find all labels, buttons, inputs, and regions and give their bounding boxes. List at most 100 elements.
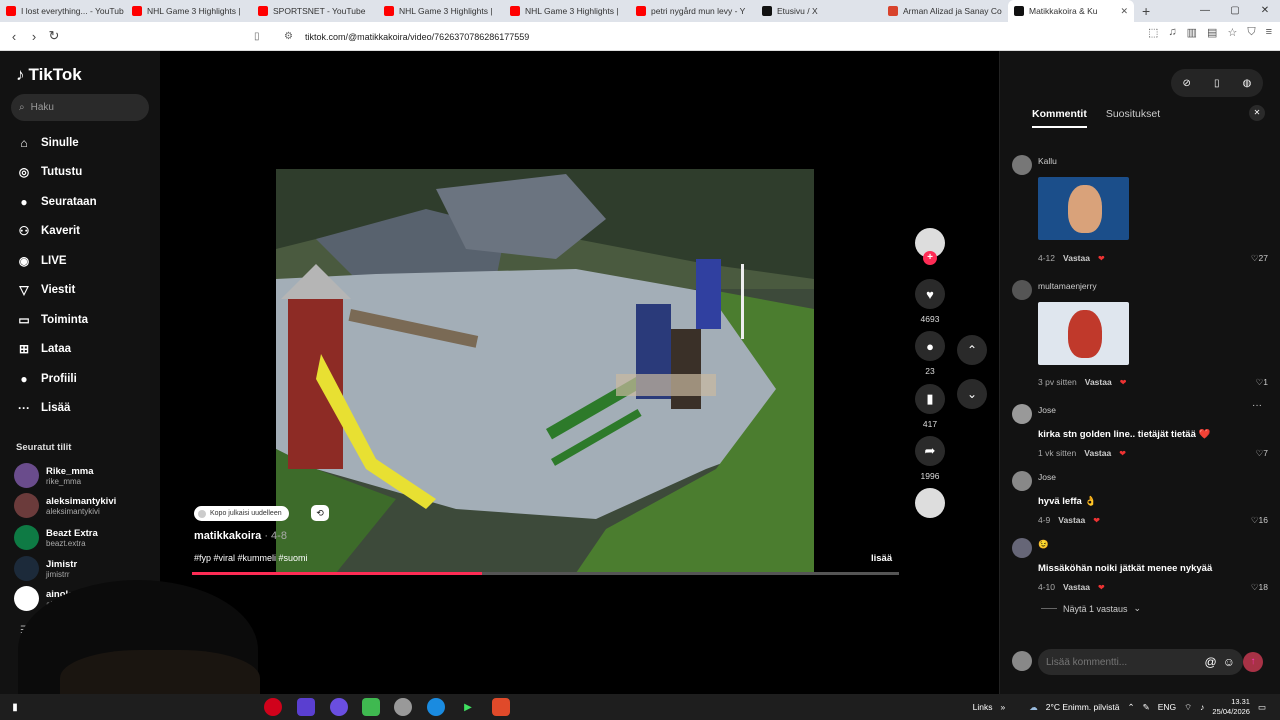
comment-like-button[interactable]: ♡16 (1251, 515, 1268, 526)
reply-button[interactable]: Vastaa (1063, 253, 1090, 263)
comment-like-button[interactable]: ♡1 (1256, 377, 1268, 388)
followed-account[interactable]: aleksimantykivi aleksimantykivi (14, 493, 116, 518)
more-link[interactable]: lisää (871, 553, 892, 564)
app-icon-2[interactable] (330, 698, 348, 716)
close-window-button[interactable]: ✕ (1250, 0, 1280, 22)
follow-plus-icon[interactable]: + (923, 251, 937, 265)
comment-username[interactable]: multamaenjerry (1038, 281, 1097, 291)
like-action[interactable]: ♥ 4693 (915, 279, 945, 324)
comment-input[interactable] (1046, 656, 1186, 668)
new-tab-icon[interactable]: + (1134, 3, 1158, 19)
sidebar-item-lataa[interactable]: ⊞ Lataa (15, 339, 71, 359)
avatar[interactable] (1012, 538, 1032, 558)
video-progress-bar[interactable] (192, 572, 899, 575)
maximize-button[interactable]: ▢ (1220, 0, 1250, 22)
app-icon-3[interactable] (362, 698, 380, 716)
share-arrow-icon[interactable]: ➦ (915, 436, 945, 466)
tiktok-logo[interactable]: ♪ TikTok (16, 65, 82, 85)
video-author[interactable]: matikkakoira · 4-8 (194, 530, 287, 542)
browser-tab[interactable]: I lost everything... - YouTub (0, 0, 126, 22)
save-action[interactable]: ▮ 417 (915, 384, 945, 429)
followed-account[interactable]: Rike_mma rike_mma (14, 463, 94, 488)
comment-username[interactable]: Kallu (1038, 156, 1057, 166)
volume-icon[interactable]: ♪ (1200, 702, 1204, 712)
clock[interactable]: 13.31 25/04/2026 (1212, 697, 1250, 717)
network-icon[interactable]: ⌔ (1184, 702, 1192, 713)
heart-icon[interactable]: ♥ (915, 279, 945, 309)
comment-like-button[interactable]: ♡27 (1251, 253, 1268, 264)
avatar[interactable] (1012, 404, 1032, 424)
comment-like-button[interactable]: ♡7 (1256, 448, 1268, 459)
weather-text[interactable]: 2°C Enimm. pilvistä (1046, 702, 1120, 712)
search-input[interactable]: ⌕ Haku (11, 94, 149, 121)
lang-label[interactable]: ENG (1158, 702, 1176, 712)
site-info-icon[interactable]: ⚙ (284, 31, 293, 42)
browser-tab[interactable]: NHL Game 3 Highlights | (378, 0, 504, 22)
share-action[interactable]: ➦ 1996 (915, 436, 945, 481)
repost-icon[interactable]: ⟲ (311, 505, 329, 521)
play-icon[interactable]: ▶ (459, 698, 477, 716)
sidebar-item-viestit[interactable]: ▽ Viestit (15, 280, 75, 300)
forward-icon[interactable]: › (24, 29, 44, 44)
coin-icon[interactable]: ⊘ (1183, 78, 1191, 89)
tab-recommended[interactable]: Suositukset (1106, 108, 1160, 128)
sidebar-item-toiminta[interactable]: ▭ Toiminta (15, 310, 88, 330)
browser-tab[interactable]: NHL Game 3 Highlights | (126, 0, 252, 22)
comment-bubble-icon[interactable]: ● (915, 331, 945, 361)
pen-icon[interactable]: ✎ (1143, 702, 1150, 713)
menu-icon[interactable]: ≡ (1266, 26, 1272, 39)
sound-disc[interactable] (915, 488, 945, 518)
device-icon[interactable]: ▯ (1214, 78, 1220, 89)
browser-tab[interactable]: Arman Alizad ja Sanay Co (882, 0, 1008, 22)
brave-icon[interactable] (492, 698, 510, 716)
tray-chevron-icon[interactable]: ⌃ (1128, 702, 1135, 713)
music-icon[interactable]: ♫ (1168, 26, 1176, 39)
reply-button[interactable]: Vastaa (1085, 377, 1112, 387)
followed-account[interactable]: Beazt Extra beazt.extra (14, 525, 98, 550)
user-avatar-icon[interactable]: ◍ (1243, 78, 1252, 89)
video-hashtags[interactable]: #fyp #viral #kummeli #suomi (194, 553, 308, 563)
back-icon[interactable]: ‹ (4, 29, 24, 44)
tab-comments[interactable]: Kommentit (1032, 108, 1087, 128)
avatar[interactable] (1012, 280, 1032, 300)
video-player[interactable] (276, 169, 814, 573)
sidebar-item-live[interactable]: ◉ LIVE (15, 251, 67, 271)
app-icon-4[interactable] (394, 698, 412, 716)
app-icon-1[interactable] (297, 698, 315, 716)
comment-like-button[interactable]: ♡18 (1251, 582, 1268, 593)
repost-badge[interactable]: Kopo julkaisi uudelleen (194, 506, 289, 521)
comment-input-box[interactable]: @ ☺ (1038, 649, 1243, 675)
author-name[interactable]: matikkakoira (194, 530, 261, 542)
comment-username[interactable]: Jose (1038, 405, 1056, 415)
followed-account[interactable]: Jimistr jimistrr (14, 556, 77, 581)
browser-tab[interactable]: petri nygård mun levy - Y (630, 0, 756, 22)
notification-icon[interactable]: ▭ (1258, 702, 1266, 713)
comment-options-icon[interactable]: ··· (1252, 400, 1262, 411)
url-text[interactable]: tiktok.com/@matikkakoira/video/762637078… (305, 32, 529, 42)
reply-button[interactable]: Vastaa (1063, 582, 1090, 592)
shield-icon[interactable]: ⛉ (1247, 26, 1255, 39)
mention-icon[interactable]: @ (1205, 655, 1217, 669)
comment-username[interactable]: 😉 (1038, 539, 1049, 550)
minimize-button[interactable]: — (1190, 0, 1220, 22)
close-icon[interactable]: ✕ (1249, 105, 1265, 121)
emoji-icon[interactable]: ☺ (1223, 655, 1235, 669)
chevron-up-icon[interactable]: ⌃ (957, 335, 987, 365)
browser-tab[interactable]: NHL Game 3 Highlights | (504, 0, 630, 22)
sidebar-item-lisää[interactable]: ··· Lisää (15, 398, 70, 418)
start-icon[interactable]: ▮ (6, 698, 24, 716)
links-label[interactable]: Links (973, 702, 993, 712)
browser-tab[interactable]: SPORTSNET - YouTube (252, 0, 378, 22)
avatar[interactable] (1012, 155, 1032, 175)
sidebar-icon[interactable]: ▥ (1187, 26, 1197, 39)
opera-icon[interactable] (264, 698, 282, 716)
comment-action[interactable]: ● 23 (915, 331, 945, 376)
sidebar-item-seurataan[interactable]: ● Seurataan (15, 192, 96, 212)
expand-icon[interactable]: » (1000, 702, 1005, 712)
star-icon[interactable]: ☆ (1227, 26, 1237, 39)
reply-button[interactable]: Vastaa (1058, 515, 1085, 525)
chevron-down-icon[interactable]: ⌄ (957, 379, 987, 409)
extension-icon[interactable]: ⬚ (1148, 26, 1158, 39)
bookmark-icon[interactable]: ▯ (254, 31, 260, 42)
address-bar[interactable]: ▯ ⚙ tiktok.com/@matikkakoira/video/76263… (254, 25, 993, 48)
